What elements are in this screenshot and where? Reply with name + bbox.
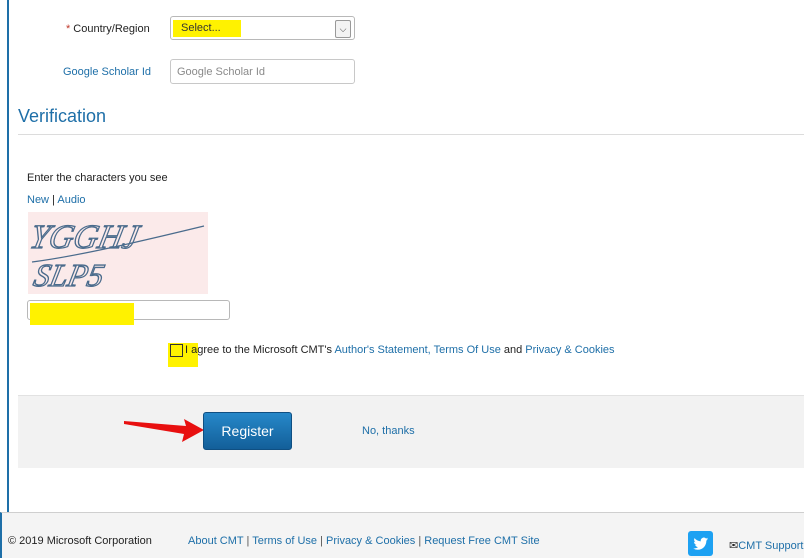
authors-statement-link[interactable]: Author's Statement, xyxy=(334,344,430,356)
verification-title: Verification xyxy=(18,106,107,126)
footer-copyright: © 2019 Microsoft Corporation xyxy=(8,535,152,547)
twitter-icon[interactable] xyxy=(688,531,713,556)
register-button[interactable]: Register xyxy=(203,412,292,450)
footer-privacy-link[interactable]: Privacy & Cookies xyxy=(326,535,415,547)
captcha-image: YGGHJ SLP5 xyxy=(26,212,208,294)
footer-terms-link[interactable]: Terms of Use xyxy=(252,535,317,547)
captcha-input[interactable] xyxy=(27,300,230,325)
captcha-links: New | Audio xyxy=(27,194,86,206)
country-select-value: Select... xyxy=(173,20,241,37)
footer: © 2019 Microsoft Corporation About CMT |… xyxy=(0,512,804,558)
country-label: * Country/Region xyxy=(66,23,150,35)
no-thanks-link[interactable]: No, thanks xyxy=(362,425,415,437)
cmt-support-link[interactable]: ✉CMT Support xyxy=(729,539,803,552)
footer-request-link[interactable]: Request Free CMT Site xyxy=(424,535,539,547)
scholar-id-input[interactable] xyxy=(170,59,355,84)
terms-of-use-link[interactable]: Terms Of Use xyxy=(434,344,501,356)
country-select[interactable]: Select... ⌵ xyxy=(170,16,355,40)
footer-about-link[interactable]: About CMT xyxy=(188,535,243,547)
captcha-audio-link[interactable]: Audio xyxy=(57,194,85,206)
captcha-line1: YGGHJ xyxy=(28,218,144,256)
red-arrow-icon xyxy=(124,419,204,442)
captcha-line2: SLP5 xyxy=(31,257,108,293)
captcha-new-link[interactable]: New xyxy=(27,194,49,206)
privacy-cookies-link[interactable]: Privacy & Cookies xyxy=(525,344,614,356)
footer-links: About CMT | Terms of Use | Privacy & Coo… xyxy=(188,535,540,547)
envelope-icon: ✉ xyxy=(729,540,739,552)
required-mark: * xyxy=(66,23,71,35)
captcha-graphic: YGGHJ SLP5 xyxy=(26,218,205,294)
chevron-down-icon[interactable]: ⌵ xyxy=(335,20,351,38)
captcha-input-highlight xyxy=(30,303,134,325)
captcha-prompt: Enter the characters you see xyxy=(27,172,168,184)
agree-text: I agree to the Microsoft CMT's Author's … xyxy=(185,344,615,356)
section-divider xyxy=(18,134,804,135)
scholar-label: Google Scholar Id xyxy=(63,66,152,78)
agree-checkbox[interactable] xyxy=(170,344,183,357)
